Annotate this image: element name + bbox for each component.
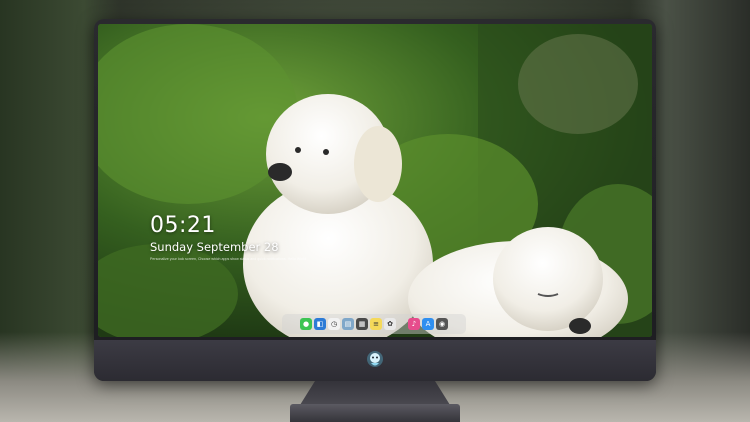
clock-icon[interactable]: ◷ xyxy=(328,318,340,330)
dock: ● ◧ ◷ ▤ ▦ ≡ ✿ ♪ A ◉ xyxy=(282,314,466,334)
monitor-stand xyxy=(300,381,450,405)
music-icon[interactable]: ♪ xyxy=(408,318,420,330)
notes-icon[interactable]: ≡ xyxy=(370,318,382,330)
app-store-icon[interactable]: A xyxy=(422,318,434,330)
preview-icon[interactable]: ▤ xyxy=(342,318,354,330)
lock-notice: Personalize your lock screen, Choose whi… xyxy=(150,257,307,261)
lock-date: Sunday September 28 xyxy=(150,240,279,254)
brand-logo-icon xyxy=(367,351,383,367)
camera-icon[interactable]: ◉ xyxy=(436,318,448,330)
messages-icon[interactable]: ● xyxy=(300,318,312,330)
movie-icon[interactable]: ▦ xyxy=(356,318,368,330)
finder-icon[interactable]: ◧ xyxy=(314,318,326,330)
puppy-wallpaper xyxy=(98,24,652,337)
lock-clock: 05:21 xyxy=(150,213,216,238)
screen[interactable]: 05:21 Sunday September 28 Personalize yo… xyxy=(98,24,652,337)
monitor-base xyxy=(290,404,460,422)
photos-icon[interactable]: ✿ xyxy=(384,318,396,330)
